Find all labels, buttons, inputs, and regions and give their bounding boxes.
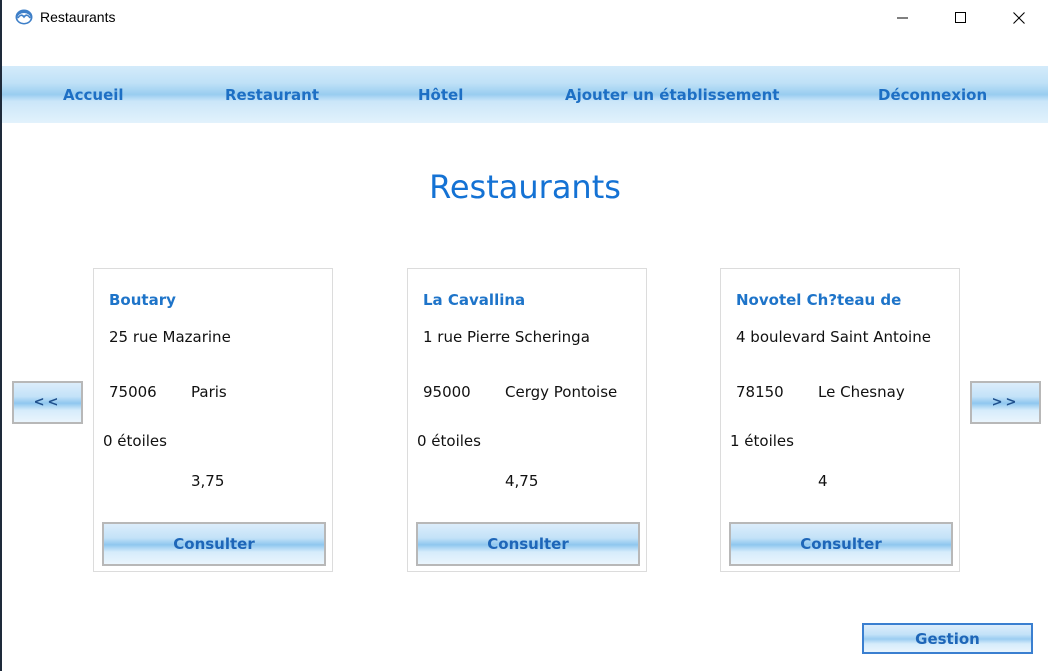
title-bar[interactable]: Restaurants	[2, 0, 1048, 36]
nav-item-restaurant[interactable]: Restaurant	[225, 86, 319, 104]
close-icon	[1013, 12, 1025, 24]
next-page-button[interactable]: >>	[970, 381, 1041, 424]
minimize-icon	[897, 17, 908, 19]
app-logo-icon	[15, 9, 33, 25]
restaurant-zip: 78150	[736, 383, 784, 401]
previous-page-button[interactable]: <<	[12, 381, 83, 424]
maximize-icon	[955, 12, 966, 23]
restaurant-city: Paris	[191, 383, 227, 401]
gestion-button[interactable]: Gestion	[862, 623, 1033, 654]
page-title: Restaurants	[429, 168, 621, 206]
restaurant-address: 4 boulevard Saint Antoine	[736, 328, 931, 346]
restaurant-address: 1 rue Pierre Scheringa	[423, 328, 590, 346]
restaurant-card: Novotel Ch?teau de 4 boulevard Saint Ant…	[720, 268, 960, 572]
app-window: Restaurants Accueil Restaurant Hôtel Ajo…	[0, 0, 1048, 671]
maximize-button[interactable]	[932, 0, 990, 36]
restaurant-name: La Cavallina	[423, 291, 526, 309]
restaurant-stars: 0 étoiles	[417, 432, 481, 450]
consult-button[interactable]: Consulter	[102, 522, 326, 566]
restaurant-rating: 4	[818, 472, 828, 490]
restaurant-rating: 3,75	[191, 472, 225, 490]
nav-item-accueil[interactable]: Accueil	[63, 86, 124, 104]
restaurant-zip: 95000	[423, 383, 471, 401]
restaurant-card: La Cavallina 1 rue Pierre Scheringa 9500…	[407, 268, 647, 572]
restaurant-address: 25 rue Mazarine	[109, 328, 231, 346]
restaurant-city: Le Chesnay	[818, 383, 905, 401]
restaurant-card: Boutary 25 rue Mazarine 75006 Paris 0 ét…	[93, 268, 333, 572]
nav-item-deconnexion[interactable]: Déconnexion	[878, 86, 987, 104]
restaurant-stars: 0 étoiles	[103, 432, 167, 450]
restaurant-stars: 1 étoiles	[730, 432, 794, 450]
restaurant-city: Cergy Pontoise	[505, 383, 618, 401]
close-button[interactable]	[990, 0, 1048, 36]
consult-button[interactable]: Consulter	[416, 522, 640, 566]
restaurant-name: Novotel Ch?teau de	[736, 291, 902, 309]
nav-item-ajouter[interactable]: Ajouter un établissement	[565, 86, 779, 104]
nav-item-hotel[interactable]: Hôtel	[418, 86, 463, 104]
window-title: Restaurants	[40, 9, 116, 25]
consult-button[interactable]: Consulter	[729, 522, 953, 566]
restaurant-rating: 4,75	[505, 472, 539, 490]
restaurant-name: Boutary	[109, 291, 176, 309]
minimize-button[interactable]	[874, 0, 932, 36]
restaurant-zip: 75006	[109, 383, 157, 401]
nav-bar: Accueil Restaurant Hôtel Ajouter un étab…	[2, 66, 1048, 123]
